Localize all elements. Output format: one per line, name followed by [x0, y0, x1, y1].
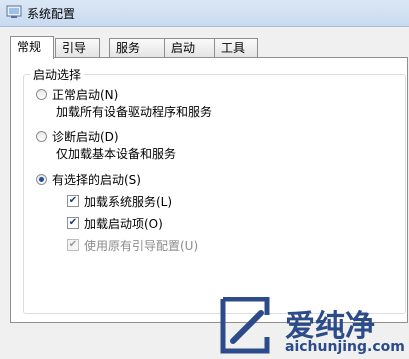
use-original-boot-config-label: 使用原有引导配置(U): [84, 239, 199, 253]
load-startup-items-checkbox[interactable]: ✔: [67, 217, 79, 229]
load-system-services-checkbox[interactable]: ✔: [67, 195, 79, 207]
watermark-url: aichunjing.com: [285, 339, 405, 355]
tab-boot-label: 引导: [62, 41, 87, 55]
normal-startup-radio[interactable]: [36, 89, 47, 100]
tab-services[interactable]: 服务: [109, 38, 165, 57]
tab-boot[interactable]: 引导: [55, 38, 100, 57]
startup-selection-title: 启动选择: [30, 66, 85, 83]
title-bar: 系统配置: [0, 0, 409, 27]
diagnostic-startup-radio[interactable]: [36, 131, 47, 142]
load-startup-items-label: 加载启动项(O): [84, 217, 163, 231]
system-config-icon: [6, 5, 22, 18]
tab-startup-label: 启动: [171, 41, 196, 55]
tab-tools[interactable]: 工具: [214, 38, 258, 57]
tab-general-label: 常规: [17, 40, 42, 54]
selective-startup-radio[interactable]: [36, 174, 47, 185]
tab-startup[interactable]: 启动: [164, 38, 215, 57]
tab-general[interactable]: 常规: [10, 36, 54, 59]
load-system-services-label: 加载系统服务(L): [84, 195, 173, 209]
window-title: 系统配置: [27, 7, 76, 21]
tab-tools-label: 工具: [221, 41, 246, 55]
normal-startup-label: 正常启动(N): [52, 88, 119, 102]
watermark: 爱纯净 aichunjing.com: [209, 295, 409, 359]
aichunjing-logo-icon: [220, 297, 270, 354]
diagnostic-startup-description: 仅加载基本设备和服务: [56, 147, 177, 161]
tab-services-label: 服务: [116, 41, 141, 55]
normal-startup-description: 加载所有设备驱动程序和服务: [56, 105, 213, 119]
diagnostic-startup-label: 诊断启动(D): [52, 130, 119, 144]
selective-startup-label: 有选择的启动(S): [52, 173, 141, 187]
use-original-boot-config-checkbox: ✔: [67, 239, 79, 251]
